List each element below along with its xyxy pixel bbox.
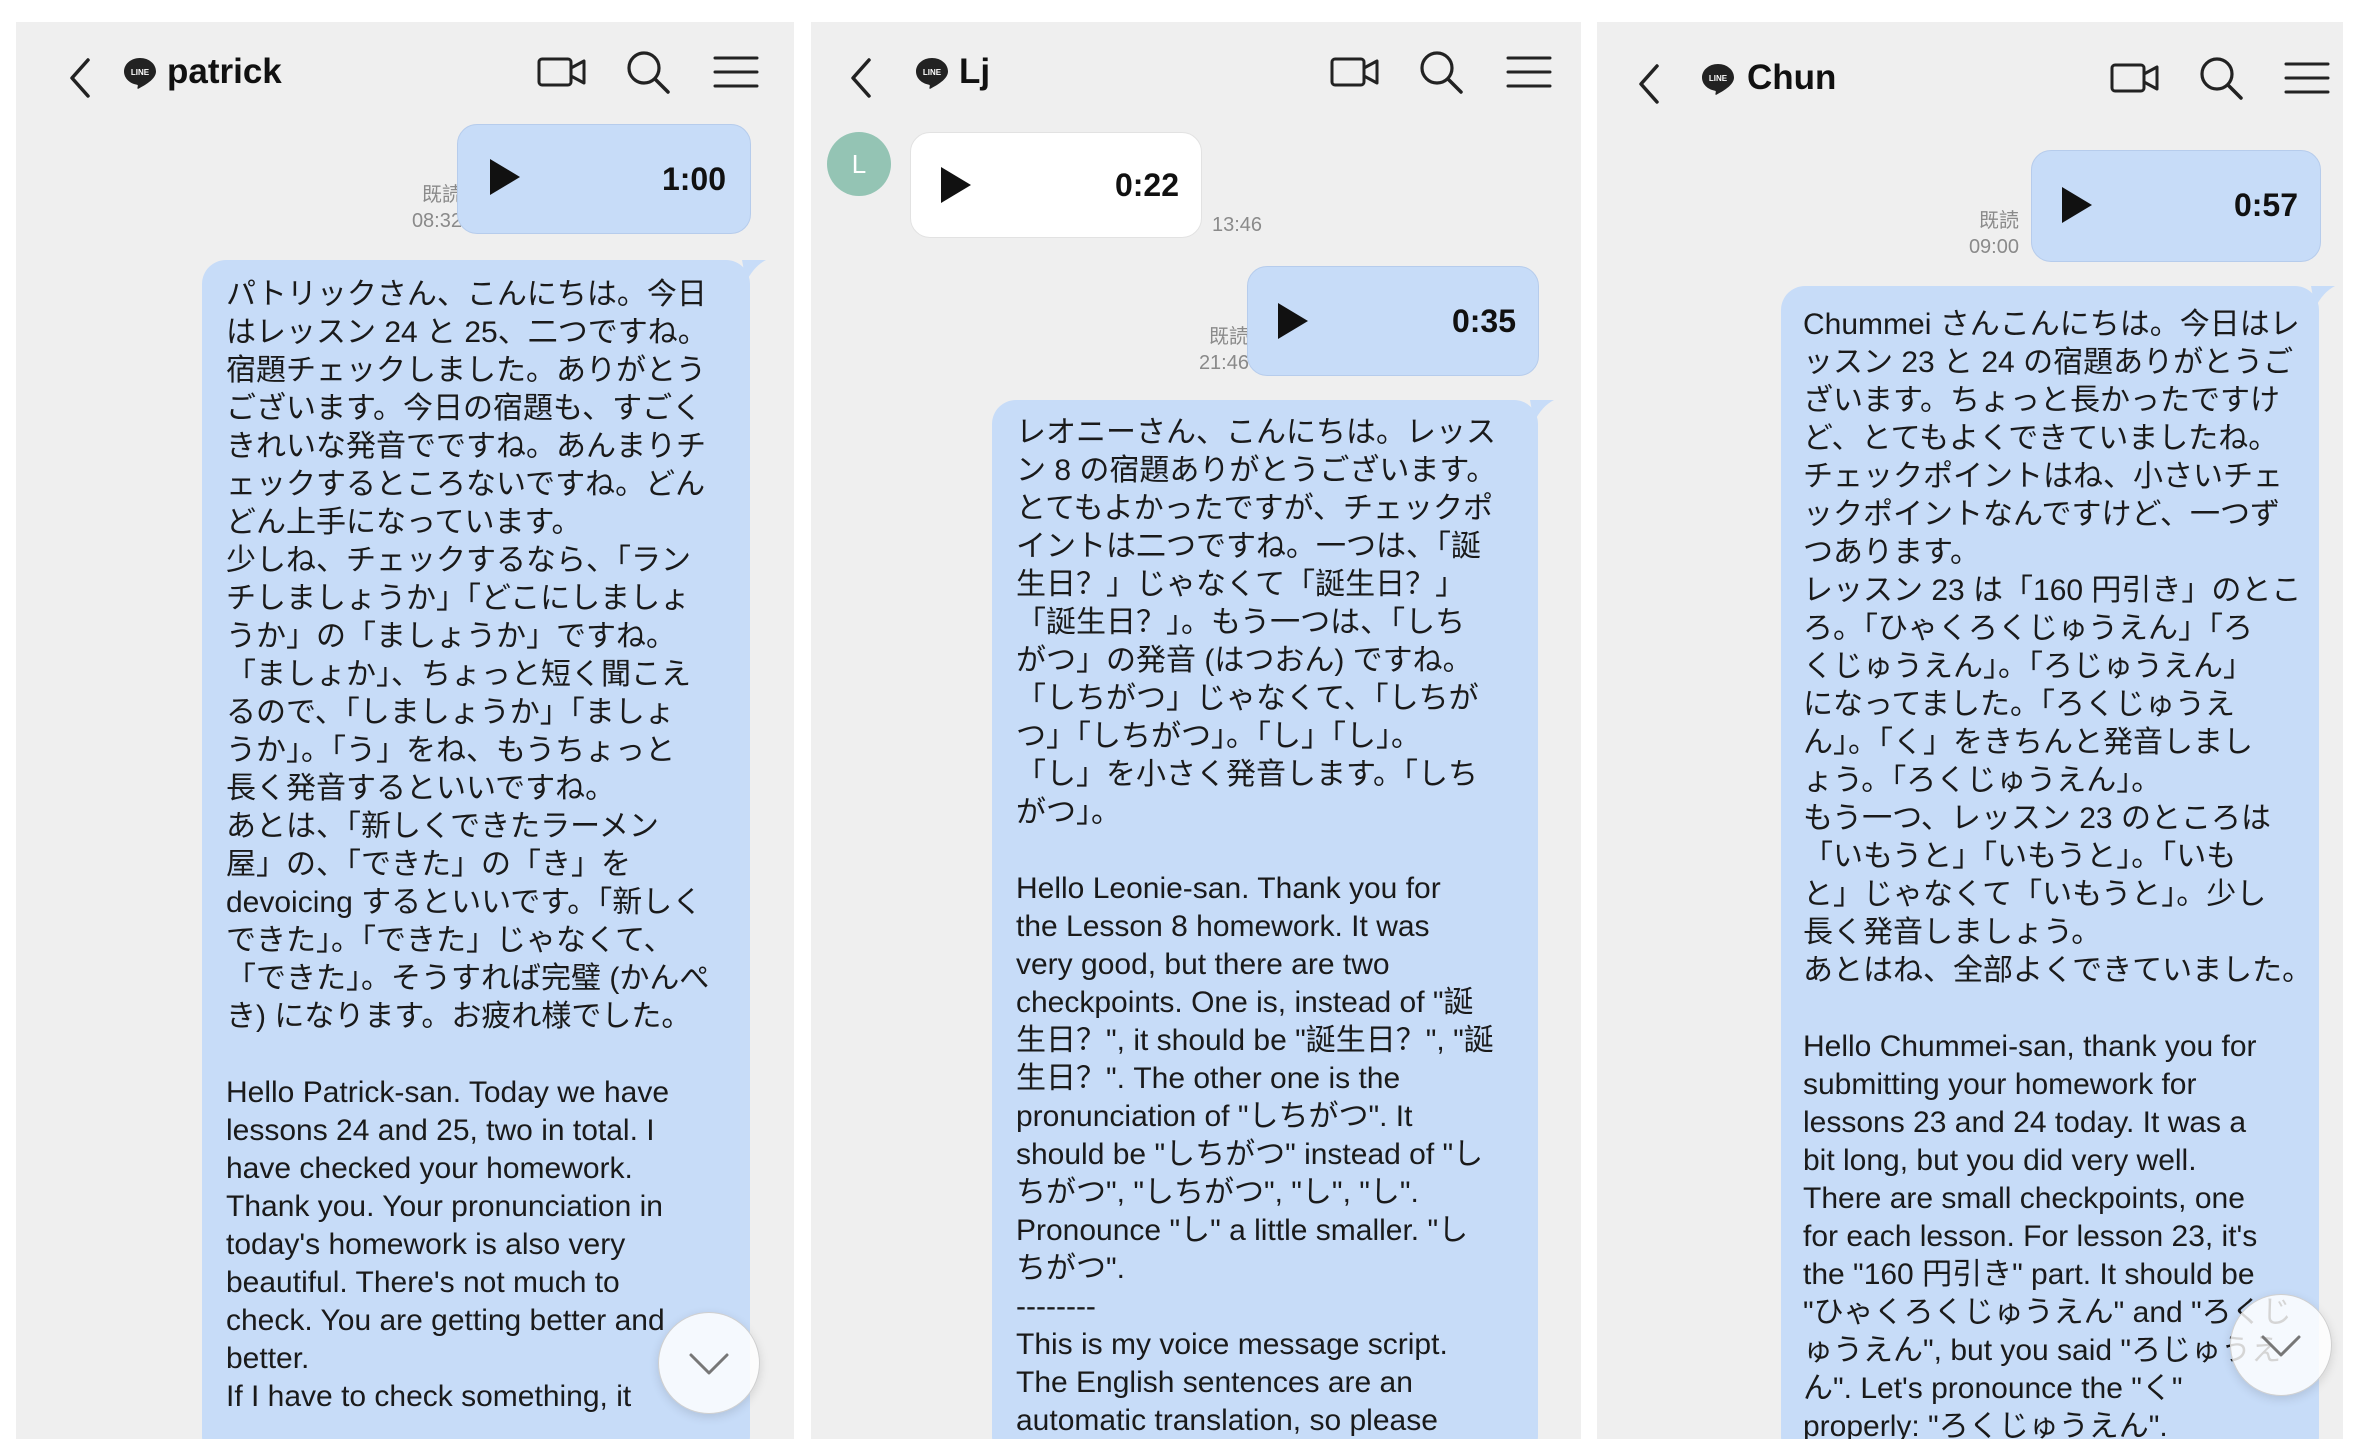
voice-duration: 0:57 xyxy=(2233,187,2298,223)
chevron-left-icon[interactable] xyxy=(833,48,893,108)
read-receipt: 既読 xyxy=(422,184,462,206)
chat-panel-chun: LINE Chun 既読 09:00 0:57 Chummei さんこんにちは。… xyxy=(1597,22,2343,1439)
play-icon[interactable] xyxy=(939,165,973,205)
hamburger-menu-icon[interactable] xyxy=(1503,46,1555,98)
video-camera-icon[interactable] xyxy=(2109,52,2161,104)
svg-text:LINE: LINE xyxy=(923,68,942,77)
bubble-tail xyxy=(742,260,766,282)
voice-duration: 0:22 xyxy=(1114,167,1179,203)
chat-header: LINE Lj xyxy=(811,22,1581,122)
video-camera-icon[interactable] xyxy=(536,46,588,98)
video-camera-icon[interactable] xyxy=(1329,46,1381,98)
message-time: 08:32 xyxy=(411,210,462,232)
play-icon[interactable] xyxy=(2060,185,2094,225)
chat-header: LINE Chun xyxy=(1597,22,2343,122)
chevron-down-icon xyxy=(689,1353,729,1375)
scroll-to-bottom-button[interactable] xyxy=(2230,1294,2332,1396)
message-text: Chummei さんこんにちは。今日はレ ッスン 23 と 24 の宿題ありがと… xyxy=(1803,308,2313,1439)
hamburger-menu-icon[interactable] xyxy=(710,46,762,98)
chevron-left-icon[interactable] xyxy=(1621,54,1681,114)
chevron-left-icon[interactable] xyxy=(52,48,112,108)
received-voice-message[interactable]: 0:22 xyxy=(910,132,1202,238)
message-text: パトリックさん、こんにちは。今日 はレッスン 24 と 25、二つですね。 宿題… xyxy=(226,278,710,1413)
voice-duration: 1:00 xyxy=(661,161,726,197)
chat-header: LINE patrick xyxy=(16,22,794,122)
scroll-to-bottom-button[interactable] xyxy=(658,1312,760,1414)
message-time: 13:46 xyxy=(1212,214,1263,236)
text-message[interactable]: レオニーさん、こんにちは。レッス ン 8 の宿題ありがとうございます。 とてもよ… xyxy=(992,400,1554,1439)
line-logo: LINE xyxy=(915,56,949,90)
search-icon[interactable] xyxy=(1415,46,1467,98)
read-receipt: 既読 xyxy=(1979,210,2019,232)
voice-message[interactable]: 0:57 xyxy=(2031,150,2321,262)
bubble-tail xyxy=(1530,400,1554,422)
message-meta: 既読 08:32 xyxy=(356,182,462,234)
message-time: 09:00 xyxy=(1968,236,2019,258)
avatar[interactable]: L xyxy=(827,132,891,196)
contact-name: patrick xyxy=(167,52,282,91)
contact-name: Chun xyxy=(1747,58,1837,97)
voice-message[interactable]: 0:35 xyxy=(1247,266,1539,376)
search-icon[interactable] xyxy=(2195,52,2247,104)
svg-text:LINE: LINE xyxy=(131,68,150,77)
svg-text:LINE: LINE xyxy=(1709,74,1728,83)
search-icon[interactable] xyxy=(622,46,674,98)
chat-panel-patrick: LINE patrick 既読 08:32 1:00 パトリックさん、こんにちは… xyxy=(16,22,794,1439)
read-receipt: 既読 xyxy=(1209,326,1249,348)
message-meta: 既読 09:00 xyxy=(1927,208,2019,260)
text-message[interactable]: パトリックさん、こんにちは。今日 はレッスン 24 と 25、二つですね。 宿題… xyxy=(202,260,766,1439)
text-message[interactable]: Chummei さんこんにちは。今日はレ ッスン 23 と 24 の宿題ありがと… xyxy=(1781,286,2335,1439)
play-icon[interactable] xyxy=(488,157,522,197)
line-logo: LINE xyxy=(123,56,157,90)
message-meta: 13:46 xyxy=(1212,212,1292,238)
voice-duration: 0:35 xyxy=(1451,303,1516,339)
line-logo: LINE xyxy=(1701,62,1735,96)
play-icon[interactable] xyxy=(1276,301,1310,341)
message-text: レオニーさん、こんにちは。レッス ン 8 の宿題ありがとうございます。 とてもよ… xyxy=(1016,416,1497,1437)
voice-message[interactable]: 1:00 xyxy=(457,124,751,234)
contact-name: Lj xyxy=(959,52,991,91)
message-meta: 既読 21:46 xyxy=(1171,324,1249,376)
hamburger-menu-icon[interactable] xyxy=(2281,52,2333,104)
message-time: 21:46 xyxy=(1198,352,1249,374)
bubble-tail xyxy=(2311,286,2335,308)
chevron-down-icon xyxy=(2261,1335,2301,1357)
chat-panel-lj: LINE Lj L 0:22 13:46 既読 21:46 0:35 レオニーさ… xyxy=(811,22,1581,1439)
